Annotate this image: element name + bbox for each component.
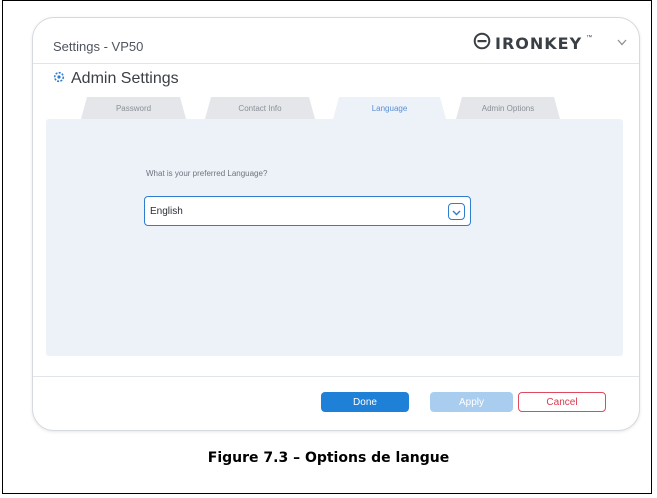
select-toggle-button[interactable] bbox=[448, 203, 465, 220]
tab-language[interactable]: Language bbox=[333, 97, 446, 119]
language-select-value: English bbox=[150, 206, 183, 217]
brand-name: IRONKEY bbox=[495, 33, 583, 53]
footer-divider bbox=[33, 376, 639, 377]
language-select[interactable]: English bbox=[144, 196, 471, 226]
tab-admin-options[interactable]: Admin Options bbox=[456, 97, 560, 119]
window-title: Settings - VP50 bbox=[53, 39, 144, 54]
brand: IRONKEY ™ bbox=[473, 32, 592, 54]
language-question: What is your preferred Language? bbox=[146, 169, 268, 178]
admin-heading: Admin Settings bbox=[53, 70, 179, 88]
title-divider bbox=[33, 63, 639, 64]
page-title: Admin Settings bbox=[71, 70, 179, 87]
tab-password[interactable]: Password bbox=[81, 97, 186, 119]
tab-contact-info[interactable]: Contact Info bbox=[205, 97, 315, 119]
apply-button[interactable]: Apply bbox=[430, 392, 513, 412]
settings-window: Settings - VP50 IRONKEY ™ Admin Settings bbox=[32, 17, 640, 431]
figure-caption: Figure 7.3 – Options de langue bbox=[207, 450, 450, 466]
chevron-down-icon bbox=[617, 33, 627, 51]
done-button[interactable]: Done bbox=[321, 392, 409, 412]
window-menu-button[interactable] bbox=[615, 35, 629, 49]
cancel-button[interactable]: Cancel bbox=[518, 392, 606, 412]
chevron-down-icon bbox=[452, 203, 461, 221]
settings-tabs: Password Contact Info Language Admin Opt… bbox=[81, 97, 559, 119]
trademark-mark: ™ bbox=[586, 35, 593, 41]
gear-icon bbox=[53, 70, 65, 88]
language-panel: What is your preferred Language? English bbox=[46, 119, 623, 356]
ironkey-logo-icon bbox=[473, 32, 491, 55]
